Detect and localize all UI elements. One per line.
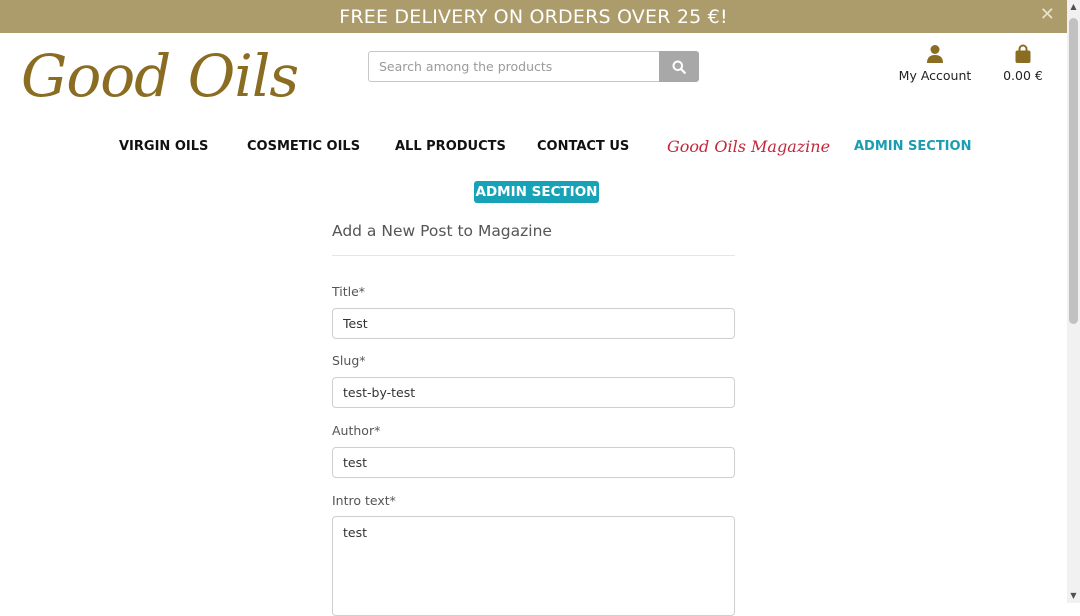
scroll-down-arrow-icon[interactable]: ▼ bbox=[1067, 589, 1080, 603]
nav-admin-section[interactable]: ADMIN SECTION bbox=[854, 136, 971, 158]
site-logo[interactable]: Good Oils bbox=[21, 36, 299, 116]
scroll-thumb[interactable] bbox=[1069, 18, 1078, 324]
scroll-up-arrow-icon[interactable]: ▲ bbox=[1067, 0, 1080, 14]
close-icon[interactable]: ✕ bbox=[1040, 0, 1055, 33]
cart-total: 0.00 € bbox=[1003, 68, 1043, 83]
search-button[interactable] bbox=[659, 51, 699, 82]
delivery-banner: FREE DELIVERY ON ORDERS OVER 25 €! ✕ bbox=[0, 0, 1067, 33]
shopping-bag-icon bbox=[1015, 44, 1031, 63]
nav-all-products[interactable]: ALL PRODUCTS bbox=[395, 136, 506, 158]
user-icon bbox=[927, 45, 943, 63]
main-nav: VIRGIN OILS COSMETIC OILS ALL PRODUCTS C… bbox=[0, 136, 1067, 158]
author-label: Author* bbox=[332, 423, 381, 438]
nav-virgin-oils[interactable]: VIRGIN OILS bbox=[119, 136, 208, 158]
nav-magazine[interactable]: Good Oils Magazine bbox=[667, 136, 830, 158]
nav-contact-us[interactable]: CONTACT US bbox=[537, 136, 629, 158]
form-heading: Add a New Post to Magazine bbox=[332, 222, 552, 240]
form-divider bbox=[332, 255, 735, 256]
search-bar bbox=[368, 51, 699, 82]
my-account-label: My Account bbox=[898, 68, 972, 83]
author-input[interactable] bbox=[332, 447, 735, 478]
title-label: Title* bbox=[332, 284, 366, 299]
page-scrollbar[interactable]: ▲ ▼ bbox=[1067, 0, 1080, 603]
search-input[interactable] bbox=[368, 51, 659, 82]
search-icon bbox=[672, 60, 686, 74]
slug-label: Slug* bbox=[332, 353, 366, 368]
slug-input[interactable] bbox=[332, 377, 735, 408]
delivery-banner-text: FREE DELIVERY ON ORDERS OVER 25 €! bbox=[339, 6, 728, 28]
cart-link[interactable]: 0.00 € bbox=[996, 44, 1050, 83]
intro-text-label: Intro text* bbox=[332, 493, 396, 508]
title-input[interactable] bbox=[332, 308, 735, 339]
intro-text-textarea[interactable]: test bbox=[332, 516, 735, 616]
my-account-link[interactable]: My Account bbox=[898, 44, 972, 83]
nav-cosmetic-oils[interactable]: COSMETIC OILS bbox=[247, 136, 360, 158]
admin-section-badge: ADMIN SECTION bbox=[474, 181, 599, 203]
